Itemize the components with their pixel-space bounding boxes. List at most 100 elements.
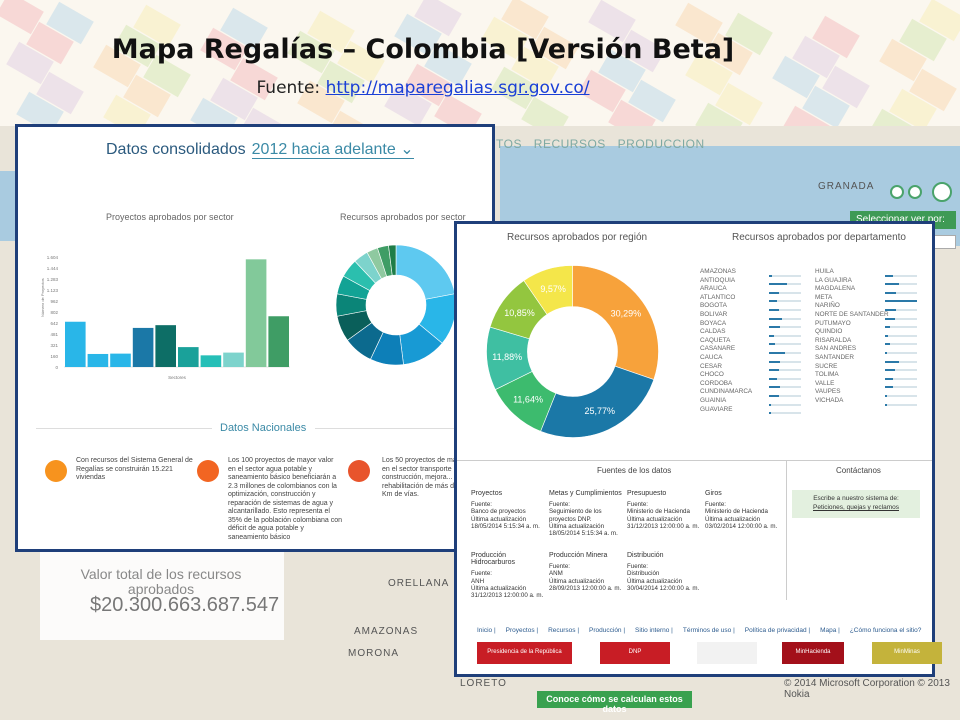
dept-name[interactable]: CAQUETA	[700, 337, 752, 346]
dept-bar[interactable]	[769, 334, 774, 337]
dept-name[interactable]: MAGDALENA	[815, 285, 889, 294]
nav-item[interactable]: RECURSOS	[534, 137, 606, 151]
dept-name[interactable]: CORDOBA	[700, 380, 752, 389]
dept-bar[interactable]	[769, 386, 781, 389]
dept-bar[interactable]	[769, 308, 779, 311]
dept-name[interactable]: CALDAS	[700, 328, 752, 337]
footer-link[interactable]: ¿Cómo funciona el sitio?	[850, 627, 922, 634]
dept-bar[interactable]	[885, 343, 890, 346]
footer-link[interactable]: Proyectos |	[506, 627, 538, 634]
dept-bar[interactable]	[885, 394, 887, 397]
dept-bar[interactable]	[769, 343, 776, 346]
nav-item[interactable]: TOS	[496, 137, 522, 151]
dept-bar[interactable]	[885, 377, 893, 380]
dept-bar[interactable]	[885, 283, 900, 286]
dept-name[interactable]: QUINDIO	[815, 328, 889, 337]
dept-name[interactable]: SUCRE	[815, 363, 889, 372]
dept-name[interactable]: NORTE DE SANTANDER	[815, 311, 889, 320]
dept-bar[interactable]	[885, 291, 897, 294]
dept-name[interactable]: PUTUMAYO	[815, 320, 889, 329]
dept-bar[interactable]	[885, 351, 887, 354]
dept-bar[interactable]	[885, 386, 893, 389]
dept-bar[interactable]	[769, 412, 771, 415]
dept-name[interactable]: AMAZONAS	[700, 268, 752, 277]
bar[interactable]	[132, 327, 154, 367]
contact-box[interactable]: Escribe a nuestro sistema de: Peticiones…	[792, 490, 920, 518]
dept-name[interactable]: BOLIVAR	[700, 311, 752, 320]
dept-bar[interactable]	[769, 377, 777, 380]
dept-name[interactable]: ANTIOQUIA	[700, 277, 752, 286]
dept-bar[interactable]	[769, 351, 785, 354]
dept-name[interactable]: GUAVIARE	[700, 406, 752, 415]
footer-link[interactable]: Producción |	[589, 627, 625, 634]
dept-name[interactable]: LA GUAJIRA	[815, 277, 889, 286]
dept-bar[interactable]	[769, 326, 781, 329]
dept-name[interactable]: NARIÑO	[815, 302, 889, 311]
bar[interactable]	[65, 321, 86, 367]
dept-bar[interactable]	[769, 274, 773, 277]
footer-link[interactable]: Mapa |	[820, 627, 840, 634]
footer-link[interactable]: Sitio interno |	[635, 627, 673, 634]
dept-bar[interactable]	[885, 317, 895, 320]
dept-bar[interactable]	[769, 291, 779, 294]
bar[interactable]	[178, 347, 199, 367]
dept-name[interactable]: ARAUCA	[700, 285, 752, 294]
dept-name[interactable]: VALLE	[815, 380, 889, 389]
dept-bar[interactable]	[885, 403, 887, 406]
dept-bar-track	[885, 283, 917, 286]
dept-bar[interactable]	[885, 369, 895, 372]
footer-link[interactable]: Recursos |	[548, 627, 579, 634]
dept-bar[interactable]	[885, 274, 893, 277]
period-dropdown[interactable]: 2012 hacia adelante ⌄	[251, 141, 414, 159]
dept-name[interactable]: TOLIMA	[815, 371, 889, 380]
dept-name[interactable]: CHOCO	[700, 371, 752, 380]
dept-bar[interactable]	[769, 283, 787, 286]
donut-slice[interactable]	[395, 245, 456, 300]
dept-bar[interactable]	[769, 403, 771, 406]
footer-link[interactable]: Términos de uso |	[683, 627, 735, 634]
source-link[interactable]: http://maparegalias.sgr.gov.co/	[326, 78, 590, 98]
how-calculated-button[interactable]: Conoce cómo se calculan estos datos	[537, 691, 692, 714]
dept-bar-track	[769, 283, 801, 286]
dept-name[interactable]: VICHADA	[815, 397, 889, 406]
dept-name[interactable]: CUNDINAMARCA	[700, 388, 752, 397]
dept-name[interactable]: BOGOTA	[700, 302, 752, 311]
nav-item[interactable]: PRODUCCION	[618, 137, 705, 151]
dept-bar[interactable]	[885, 300, 917, 303]
locate-icon[interactable]	[932, 182, 952, 202]
footer-link[interactable]: Inicio |	[477, 627, 496, 634]
dept-bar[interactable]	[769, 394, 779, 397]
donut-slice[interactable]	[572, 265, 659, 380]
dept-name[interactable]: CAUCA	[700, 354, 752, 363]
dept-bar[interactable]	[769, 369, 779, 372]
dept-bar[interactable]	[769, 360, 781, 363]
zoom-in-icon[interactable]	[908, 185, 922, 199]
donut-slice[interactable]	[540, 365, 655, 438]
dept-bar[interactable]	[769, 317, 782, 320]
bar[interactable]	[87, 353, 109, 367]
bar[interactable]	[245, 259, 267, 367]
bar[interactable]	[110, 353, 131, 367]
bar[interactable]	[223, 352, 244, 367]
dept-name[interactable]: BOYACA	[700, 320, 752, 329]
dept-name[interactable]: SAN ANDRES	[815, 345, 889, 354]
dept-name[interactable]: HUILA	[815, 268, 889, 277]
dept-bar[interactable]	[885, 360, 900, 363]
dept-name[interactable]: CASANARE	[700, 345, 752, 354]
bar[interactable]	[155, 325, 176, 367]
dept-name[interactable]: GUAINIA	[700, 397, 752, 406]
contact-link[interactable]: Peticiones, quejas y reclamos	[792, 504, 920, 511]
dept-name[interactable]: VAUPES	[815, 388, 889, 397]
footer-link[interactable]: Política de privacidad |	[745, 627, 810, 634]
dept-bar[interactable]	[885, 326, 890, 329]
dept-name[interactable]: RISARALDA	[815, 337, 889, 346]
dept-bar[interactable]	[769, 300, 777, 303]
zoom-out-icon[interactable]	[890, 185, 904, 199]
dept-bar[interactable]	[885, 308, 897, 311]
dept-name[interactable]: CESAR	[700, 363, 752, 372]
dept-bar[interactable]	[885, 334, 889, 337]
dept-name[interactable]: ATLANTICO	[700, 294, 752, 303]
bar[interactable]	[200, 355, 222, 367]
dept-name[interactable]: SANTANDER	[815, 354, 889, 363]
bar[interactable]	[268, 316, 289, 367]
